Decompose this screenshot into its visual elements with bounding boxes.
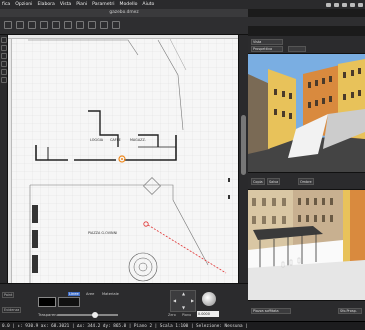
- roof-tool-icon[interactable]: [64, 21, 72, 29]
- 3d-render-top: [248, 54, 365, 172]
- plan-drawing: [8, 35, 238, 283]
- zoom-out-icon[interactable]: [112, 21, 120, 29]
- line-icon[interactable]: [1, 53, 7, 59]
- tab-lines[interactable]: Linee: [68, 292, 80, 296]
- door-tool-icon[interactable]: [28, 21, 36, 29]
- value-field[interactable]: 0.0000: [197, 311, 219, 317]
- transparency-slider[interactable]: [58, 314, 118, 316]
- plan-label-loggia: LOGGIA: [90, 138, 104, 142]
- status-bar: 0.0 | ↕: 930.9 ax: 68.3021 | Δx: 344.2 d…: [0, 321, 365, 330]
- line-color-swatch[interactable]: [38, 297, 56, 307]
- 3d-render-bottom: [248, 190, 365, 300]
- plan-label-caffe: CAFFE: [110, 138, 121, 142]
- menu-item-process[interactable]: Elabora: [37, 2, 54, 7]
- zero-label: Zero: [168, 313, 176, 317]
- floor-label: Piano: [182, 313, 192, 317]
- dimension-tool-icon[interactable]: [88, 21, 96, 29]
- ruler-vertical: [8, 39, 12, 283]
- projection-select-bottom[interactable]: Sfo.Prosp.: [338, 308, 362, 314]
- menu-item-help[interactable]: Aiuto: [142, 2, 154, 7]
- shadows-toggle[interactable]: Ombre: [298, 178, 314, 185]
- menu-item-floors[interactable]: Piani: [76, 2, 87, 7]
- status-icons: [326, 0, 363, 9]
- wifi-icon[interactable]: [326, 2, 331, 7]
- scene-select[interactable]: Piazza soffitata: [251, 308, 291, 314]
- fill-color-swatch[interactable]: [58, 297, 80, 307]
- stairs-tool-icon[interactable]: [52, 21, 60, 29]
- vertical-scrollbar[interactable]: [238, 35, 248, 283]
- transparency-slider-knob[interactable]: [92, 312, 98, 318]
- plan-label-piazza: PIAZZA G.OVINNI: [88, 231, 118, 235]
- ruler-horizontal: [8, 35, 238, 39]
- 3d-view-top[interactable]: [248, 54, 365, 172]
- plan-canvas[interactable]: LOGGIA CAFFE MAGAZZ. PIAZZA G.OVINNI: [8, 35, 238, 283]
- bluetooth-icon[interactable]: [334, 2, 339, 7]
- paint-button[interactable]: Paint: [2, 292, 15, 298]
- arrow-down-icon[interactable]: ▼: [182, 305, 185, 310]
- control-center-icon[interactable]: [358, 2, 363, 7]
- search-icon[interactable]: [350, 2, 355, 7]
- text-tool-icon[interactable]: [76, 21, 84, 29]
- zoom-select[interactable]: [288, 46, 306, 52]
- view-select[interactable]: Vista: [251, 39, 283, 45]
- direction-pad[interactable]: ▲ ◀ ▶ ▼: [170, 290, 196, 312]
- left-toolbar: [0, 35, 8, 283]
- tab-material[interactable]: Materiale: [102, 292, 119, 296]
- 3d-view-bottom[interactable]: [248, 190, 365, 300]
- polygon-icon[interactable]: [1, 61, 7, 67]
- right-titlebar: [248, 17, 365, 26]
- plan-toolbar: [0, 17, 248, 35]
- tab-areas[interactable]: Aree: [86, 292, 94, 296]
- menu-item-view[interactable]: Vista: [60, 2, 71, 7]
- right-bottom-bar: Piazza soffitata Sfo.Prosp.: [248, 300, 365, 321]
- pan-icon[interactable]: [1, 45, 7, 51]
- select-tool-icon[interactable]: [4, 21, 12, 29]
- menu-item-parameters[interactable]: Parametri: [92, 2, 114, 7]
- circle-icon[interactable]: [1, 69, 7, 75]
- save-view-button[interactable]: Salva: [267, 178, 281, 185]
- menu-item-file[interactable]: fica: [2, 2, 10, 7]
- window-title: gazebo.dmez: [0, 9, 248, 17]
- projection-select[interactable]: Prospettiva: [251, 46, 283, 52]
- view-settings-bar: Vista Prospettiva: [248, 36, 365, 54]
- arrow-left-icon[interactable]: ◀: [173, 298, 176, 303]
- menubar: fica Opzioni Elabora Vista Piani Paramet…: [0, 0, 365, 9]
- text-icon[interactable]: [1, 77, 7, 83]
- menu-item-model[interactable]: Modello: [120, 2, 138, 7]
- arrow-up-icon[interactable]: ▲: [182, 291, 185, 296]
- battery-icon[interactable]: [342, 2, 347, 7]
- copy-view-button[interactable]: Copia: [251, 178, 265, 185]
- highlight-button[interactable]: Evidenza: [2, 307, 22, 313]
- menu-item-options[interactable]: Opzioni: [15, 2, 32, 7]
- wall-tool-icon[interactable]: [16, 21, 24, 29]
- scrollbar-thumb[interactable]: [241, 115, 246, 175]
- zoom-in-icon[interactable]: [100, 21, 108, 29]
- rotation-knob[interactable]: [202, 292, 216, 306]
- plan-label-magazzino: MAGAZZ.: [130, 138, 146, 142]
- window-tool-icon[interactable]: [40, 21, 48, 29]
- pointer-icon[interactable]: [1, 37, 7, 43]
- view-controls: Copia Salva Ombre: [248, 172, 365, 190]
- arrow-right-icon[interactable]: ▶: [191, 298, 194, 303]
